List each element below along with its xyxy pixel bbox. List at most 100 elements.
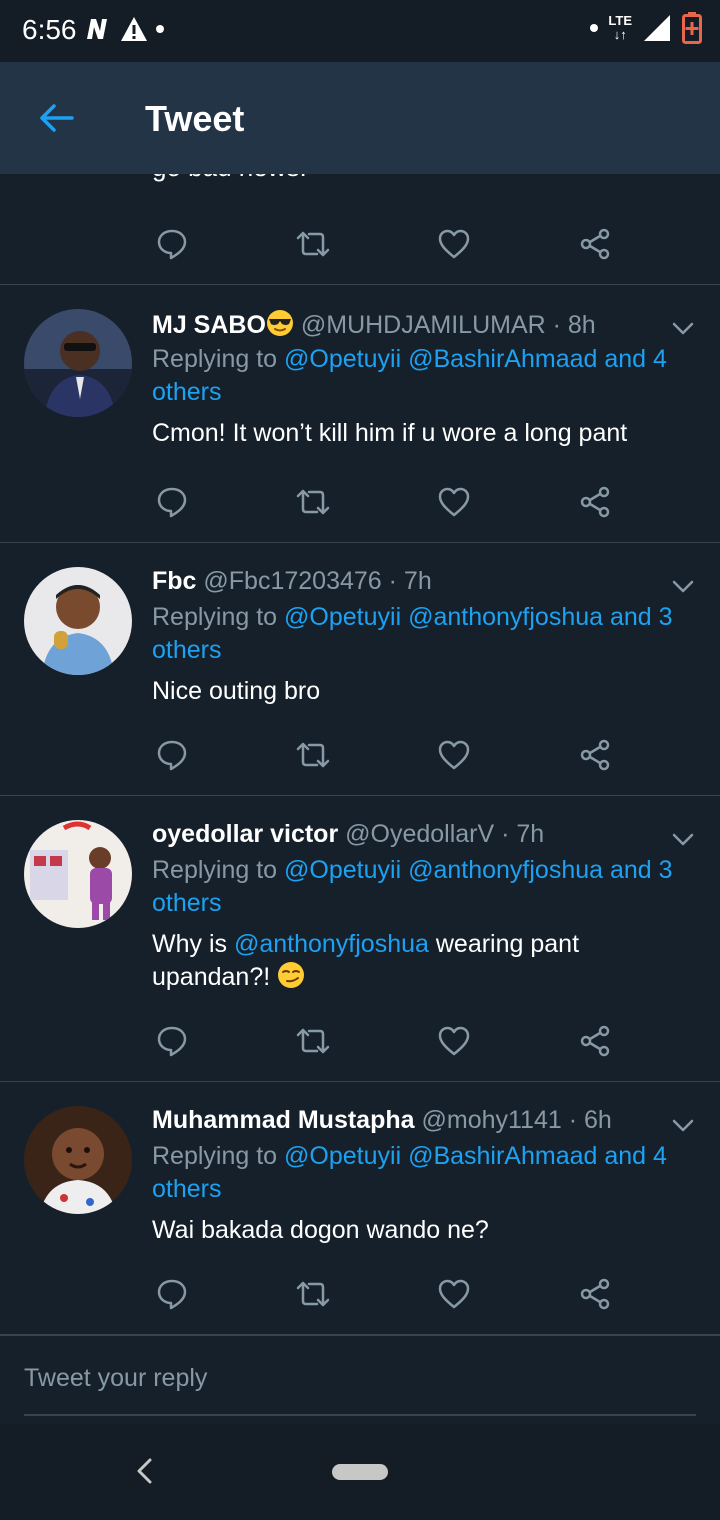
system-nav-bar [0, 1424, 720, 1520]
user-handle[interactable]: @mohy1141 [421, 1106, 561, 1134]
retweet-button[interactable] [293, 224, 333, 264]
like-button[interactable] [434, 224, 474, 264]
heart-icon [438, 1026, 470, 1056]
nav-back-icon[interactable] [128, 1454, 162, 1488]
reply-tweet[interactable]: MJ SABO @MUHDJAMILUMAR · 8h Replying to … [0, 285, 720, 543]
avatar[interactable] [24, 567, 132, 675]
tweet-header: MJ SABO @MUHDJAMILUMAR · 8h [152, 309, 662, 344]
nav-home-pill[interactable] [332, 1464, 388, 1480]
like-button[interactable] [434, 1274, 474, 1314]
partial-tweet-text: go bad news. [152, 174, 307, 183]
retweet-icon [296, 1281, 330, 1307]
heart-icon [438, 740, 470, 770]
share-icon [580, 1025, 610, 1057]
retweet-icon [296, 742, 330, 768]
back-button[interactable] [28, 90, 84, 146]
lte-indicator: LTE ↓↑ [608, 13, 632, 42]
smirk-emoji-icon [277, 961, 305, 998]
heart-icon [438, 229, 470, 259]
share-icon [580, 739, 610, 771]
arrow-left-icon [40, 104, 74, 132]
reply-button[interactable] [152, 482, 192, 522]
share-icon [580, 486, 610, 518]
like-button[interactable] [434, 1021, 474, 1061]
tweet-header: oyedollar victor @OyedollarV · 7h [152, 820, 545, 848]
timestamp: 7h [403, 567, 432, 595]
body-mention[interactable]: @anthonyfjoshua [234, 930, 429, 958]
timestamp: 6h [583, 1106, 612, 1134]
reply-button[interactable] [152, 1274, 192, 1314]
reply-input[interactable]: Tweet your reply [24, 1364, 696, 1416]
reply-button[interactable] [152, 224, 192, 264]
display-name[interactable]: Muhammad Mustapha [152, 1106, 415, 1134]
timestamp: 7h [516, 820, 545, 848]
sunglasses-emoji-icon [266, 309, 294, 344]
retweet-icon [296, 489, 330, 515]
status-system-icons: LTE ↓↑ [590, 12, 702, 44]
reply-icon [157, 1026, 187, 1057]
share-button[interactable] [575, 1274, 615, 1314]
chevron-down-icon[interactable] [670, 1112, 696, 1138]
user-handle[interactable]: @MUHDJAMILUMAR [301, 311, 546, 339]
status-dot-icon [590, 24, 599, 32]
heart-icon [438, 1279, 470, 1309]
tweet-text: Why is @anthonyfjoshua wearing pant upan… [152, 928, 682, 998]
reply-list[interactable]: go bad news. MJ SABO @MUHDJAMILUMAR · 8h… [0, 174, 720, 1334]
share-button[interactable] [575, 1021, 615, 1061]
display-name[interactable]: MJ SABO [152, 311, 266, 339]
status-notification-icons [84, 16, 164, 42]
tweet-actions [152, 1274, 622, 1314]
reply-composer: Tweet your reply [0, 1334, 720, 1424]
chevron-down-icon[interactable] [670, 826, 696, 852]
share-button[interactable] [575, 224, 615, 264]
share-icon [580, 228, 610, 260]
avatar[interactable] [24, 309, 132, 417]
tweet-header: Muhammad Mustapha @mohy1141 · 6h [152, 1106, 612, 1134]
share-icon [580, 1278, 610, 1310]
heart-icon [438, 487, 470, 517]
retweet-icon [296, 1028, 330, 1054]
chevron-down-icon[interactable] [670, 315, 696, 341]
reply-tweet[interactable]: oyedollar victor @OyedollarV · 7h Replyi… [0, 796, 720, 1082]
tweet-text: Cmon! It won’t kill him if u wore a long… [152, 419, 628, 447]
reply-button[interactable] [152, 735, 192, 775]
app-bar: Tweet [0, 62, 720, 174]
tweet-actions [152, 482, 622, 522]
retweet-button[interactable] [293, 735, 333, 775]
like-button[interactable] [434, 735, 474, 775]
reply-icon [157, 1279, 187, 1310]
avatar[interactable] [24, 820, 132, 928]
retweet-button[interactable] [293, 482, 333, 522]
avatar[interactable] [24, 1106, 132, 1214]
tweet-header: Fbc @Fbc17203476 · 7h [152, 567, 432, 595]
replying-to: Replying to @Opetuyii @anthonyfjoshua an… [152, 856, 673, 917]
replying-to: Replying to @Opetuyii @BashirAhmaad and … [152, 1142, 667, 1203]
notification-n-icon [87, 19, 107, 39]
partial-tweet[interactable]: go bad news. [0, 174, 720, 285]
timestamp: 8h [567, 311, 596, 339]
share-button[interactable] [575, 735, 615, 775]
reply-tweet[interactable]: Muhammad Mustapha @mohy1141 · 6h Replyin… [0, 1082, 720, 1334]
like-button[interactable] [434, 482, 474, 522]
retweet-button[interactable] [293, 1274, 333, 1314]
user-handle[interactable]: @Fbc17203476 [203, 567, 381, 595]
replying-to: Replying to @Opetuyii @BashirAhmaad and … [152, 345, 667, 406]
display-name[interactable]: Fbc [152, 567, 196, 595]
warning-icon [121, 17, 147, 41]
reply-tweet[interactable]: Fbc @Fbc17203476 · 7h Replying to @Opetu… [0, 543, 720, 796]
reply-button[interactable] [152, 1021, 192, 1061]
user-handle[interactable]: @OyedollarV [345, 820, 494, 848]
page-title: Tweet [145, 98, 245, 139]
chevron-down-icon[interactable] [670, 573, 696, 599]
share-button[interactable] [575, 482, 615, 522]
reply-icon [157, 229, 187, 260]
notification-dot-icon [156, 25, 164, 33]
reply-icon [157, 487, 187, 518]
display-name[interactable]: oyedollar victor [152, 820, 338, 848]
retweet-button[interactable] [293, 1021, 333, 1061]
tweet-text: Nice outing bro [152, 677, 321, 705]
retweet-icon [296, 231, 330, 257]
status-time: 6:56 [22, 14, 77, 45]
tweet-actions [152, 1021, 622, 1061]
tweet-actions [152, 224, 622, 264]
